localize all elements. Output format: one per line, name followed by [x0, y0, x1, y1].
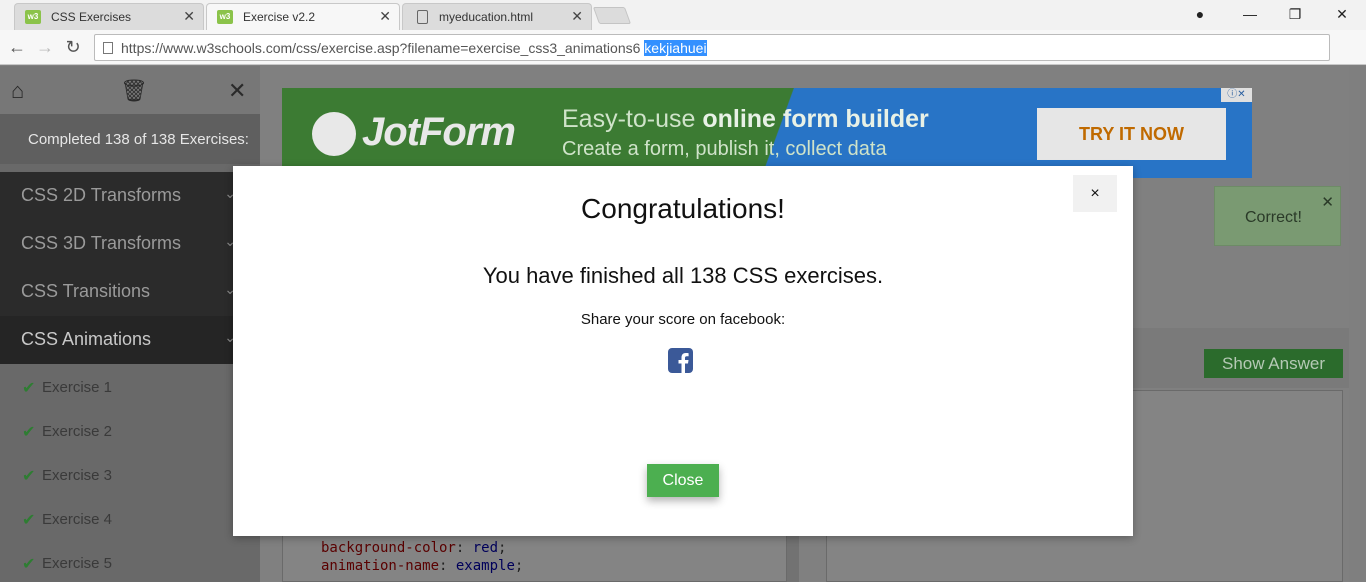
sidebar-exercise-4[interactable]: ✔ Exercise 4 — [0, 498, 260, 542]
category-label: CSS Transitions — [21, 281, 151, 301]
ad-cta-button[interactable]: TRY IT NOW — [1037, 108, 1226, 160]
checkmark-icon: ✔ — [22, 556, 36, 573]
address-selected-text: kekjiahuei — [644, 40, 707, 56]
sidebar-exercise-1[interactable]: ✔ Exercise 1 — [0, 366, 260, 410]
checkmark-icon: ✔ — [22, 468, 36, 485]
modal-message: You have finished all 138 CSS exercises. — [482, 263, 884, 288]
correct-text: Correct! — [1245, 209, 1302, 226]
document-favicon-icon — [417, 10, 428, 24]
browser-tab-exercise-v22[interactable]: w3 Exercise v2.2 ✕ — [206, 3, 400, 30]
show-answer-button[interactable]: Show Answer — [1204, 349, 1343, 378]
exercise-label: Exercise 2 — [42, 423, 113, 440]
checkmark-icon: ✔ — [22, 424, 36, 441]
restore-window-icon[interactable]: ❐ — [1285, 4, 1305, 24]
forward-arrow-icon[interactable]: → — [34, 36, 56, 58]
tab-title: CSS Exercises — [51, 10, 132, 24]
jotform-logo-icon — [312, 112, 356, 156]
sidebar-category-2d-transforms[interactable]: CSS 2D Transforms ⌄ — [0, 172, 260, 220]
sidebar-exercise-5[interactable]: ✔ Exercise 5 — [0, 542, 260, 582]
reload-icon[interactable]: ↻ — [62, 36, 84, 58]
category-label: CSS 2D Transforms — [21, 185, 182, 205]
close-icon[interactable]: ✕ — [379, 9, 391, 23]
sidebar-exercise-2[interactable]: ✔ Exercise 2 — [0, 410, 260, 454]
ad-headline: Easy-to-use online form builder — [562, 105, 929, 133]
trash-icon[interactable]: 🗑 — [120, 78, 148, 104]
close-icon[interactable]: ✕ — [228, 78, 246, 104]
category-label: CSS 3D Transforms — [21, 233, 182, 253]
minimize-window-icon[interactable]: — — [1240, 4, 1260, 24]
correct-feedback: Correct! ✕ — [1214, 186, 1341, 246]
address-url: https://www.w3schools.com/css/exercise.a… — [121, 40, 641, 56]
sidebar-category-transitions[interactable]: CSS Transitions ⌄ — [0, 268, 260, 316]
sidebar-toolbar: ⌂ 🗑 ✕ — [0, 66, 260, 114]
sidebar-exercise-3[interactable]: ✔ Exercise 3 — [0, 454, 260, 498]
w3schools-favicon-icon: w3 — [25, 10, 41, 24]
page-scrollbar[interactable] — [1349, 66, 1366, 582]
browser-tab-myeducation[interactable]: myeducation.html ✕ — [402, 3, 592, 30]
ad-subline: Create a form, publish it, collect data — [562, 138, 887, 160]
checkmark-icon: ✔ — [22, 512, 36, 529]
sidebar-category-3d-transforms[interactable]: CSS 3D Transforms ⌄ — [0, 220, 260, 268]
close-icon[interactable]: ✕ — [571, 9, 583, 23]
advertisement-banner[interactable]: JotForm Easy-to-use online form builder … — [282, 88, 1252, 178]
code-lines: background-color: red; animation-name: ex… — [321, 539, 523, 575]
close-icon[interactable]: ✕ — [183, 9, 195, 23]
modal-title: Congratulations! — [581, 193, 785, 224]
browser-toolbar: ← → ↻ https://www.w3schools.com/css/exer… — [0, 30, 1366, 65]
share-prompt: Share your score on facebook: — [580, 311, 786, 328]
browser-tab-css-exercises[interactable]: w3 CSS Exercises ✕ — [14, 3, 204, 30]
home-icon[interactable]: ⌂ — [11, 78, 24, 104]
w3schools-favicon-icon: w3 — [217, 10, 233, 24]
tab-title: myeducation.html — [439, 10, 534, 24]
exercise-sidebar: ⌂ 🗑 ✕ Completed 138 of 138 Exercises: CS… — [0, 66, 260, 582]
page-info-icon[interactable] — [103, 42, 113, 54]
close-window-icon[interactable]: ✕ — [1332, 4, 1352, 24]
checkmark-icon: ✔ — [22, 380, 36, 397]
exercise-label: Exercise 4 — [42, 511, 113, 528]
code-line: background-color: red; — [321, 540, 507, 556]
facebook-icon[interactable] — [668, 348, 693, 373]
exercise-label: Exercise 1 — [42, 379, 113, 396]
sidebar-category-animations[interactable]: CSS Animations ⌄ — [0, 316, 260, 364]
close-icon[interactable]: ✕ — [1321, 193, 1334, 211]
completed-count: Completed 138 of 138 Exercises: — [0, 114, 260, 164]
new-tab-button[interactable] — [592, 7, 632, 24]
tab-title: Exercise v2.2 — [243, 10, 316, 24]
browser-tabstrip: w3 CSS Exercises ✕ w3 Exercise v2.2 ✕ my… — [0, 0, 1366, 30]
congratulations-modal: × Congratulations! You have finished all… — [233, 166, 1133, 536]
profile-icon[interactable]: ● — [1190, 4, 1210, 24]
back-arrow-icon[interactable]: ← — [6, 36, 28, 58]
address-bar[interactable]: https://www.w3schools.com/css/exercise.a… — [94, 34, 1330, 61]
exercise-label: Exercise 3 — [42, 467, 113, 484]
ad-choices-icon[interactable]: ⓘ✕ — [1221, 88, 1252, 102]
close-button[interactable]: Close — [647, 464, 719, 497]
exercise-label: Exercise 5 — [42, 555, 113, 572]
code-line: animation-name: example; — [321, 558, 524, 574]
category-label: CSS Animations — [21, 329, 152, 349]
ad-brand: JotForm — [362, 110, 516, 154]
